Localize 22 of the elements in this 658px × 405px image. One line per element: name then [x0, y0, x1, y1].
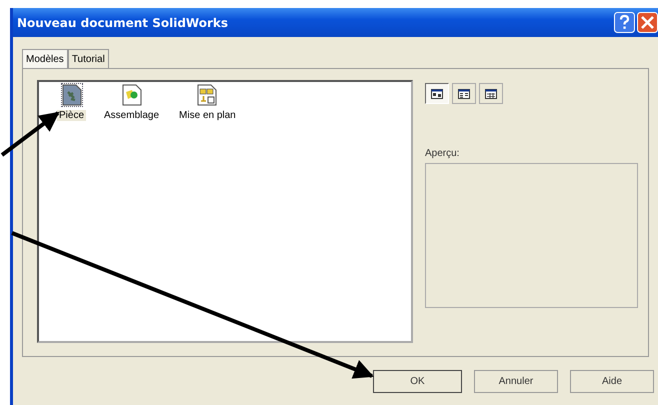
tab[interactable]: Tutorial	[68, 49, 109, 68]
details-view-icon	[485, 88, 497, 98]
help-button[interactable]: Aide	[570, 370, 654, 393]
list-view-button[interactable]	[452, 83, 476, 104]
preview-label: Aperçu:	[425, 148, 460, 159]
close-icon[interactable]	[637, 12, 658, 33]
part-document-icon[interactable]	[62, 84, 82, 106]
assembly-document-icon[interactable]	[122, 84, 142, 106]
large-icons-view-button[interactable]	[425, 83, 449, 104]
window-title: Nouveau document SolidWorks	[17, 16, 228, 30]
list-view-icon	[458, 88, 470, 98]
cancel-button[interactable]: Annuler	[474, 370, 558, 393]
details-view-button[interactable]	[479, 83, 503, 104]
help-icon[interactable]	[614, 12, 635, 33]
template-label[interactable]: Pièce	[57, 110, 86, 121]
template-label[interactable]: Assemblage	[102, 110, 162, 121]
ok-button[interactable]: OK	[373, 370, 462, 393]
tab[interactable]: Modèles	[22, 49, 68, 69]
large-icons-view-icon	[431, 88, 443, 98]
pointer-arrow	[0, 111, 60, 157]
template-label[interactable]: Mise en plan	[177, 110, 238, 121]
drawing-document-icon[interactable]	[197, 84, 218, 106]
